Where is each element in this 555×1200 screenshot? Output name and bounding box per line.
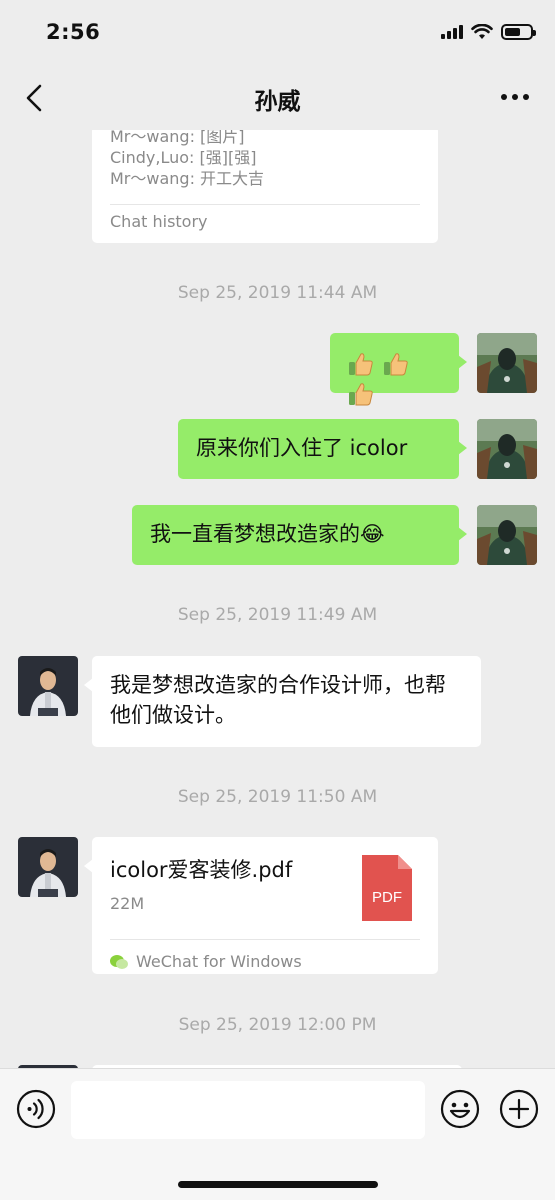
chat-history-card[interactable]: Mr～wang: [图片] Cindy,Luo: [强][强] Mr～wang:… (92, 130, 438, 243)
chat-title: 孙威 (254, 89, 301, 115)
input-bar (0, 1068, 555, 1200)
chat-history-label: Chat history (110, 212, 208, 231)
home-indicator[interactable] (178, 1181, 378, 1188)
chat-history-preview: Mr～wang: [图片] Cindy,Luo: [强][强] Mr～wang:… (110, 130, 264, 189)
add-more-icon[interactable] (499, 1089, 539, 1129)
thumbs-up-emoji-icon (346, 351, 409, 406)
my-avatar[interactable] (477, 419, 537, 479)
history-line: Mr～wang: 开工大吉 (110, 169, 265, 188)
sent-message-bubble[interactable]: 原来你们入住了 icolor (178, 419, 467, 479)
history-line: Cindy,Luo: [强][强] (110, 148, 257, 167)
my-avatar[interactable] (477, 505, 537, 565)
more-options-icon[interactable] (501, 94, 529, 100)
file-name: icolor爱客装修.pdf (110, 858, 293, 882)
battery-icon (501, 24, 536, 40)
history-line: Mr～wang: [图片] (110, 130, 245, 146)
message-input[interactable] (71, 1081, 425, 1139)
pdf-icon-label: PDF (372, 889, 402, 906)
status-bar: 2:56 (0, 0, 555, 66)
sent-message-bubble[interactable] (330, 333, 467, 406)
status-time: 2:56 (46, 20, 101, 44)
cellular-signal-icon (441, 25, 463, 39)
my-avatar[interactable] (477, 333, 537, 393)
emoji-picker-icon[interactable] (440, 1089, 480, 1129)
friend-avatar[interactable] (18, 656, 78, 716)
file-source-label: WeChat for Windows (136, 952, 302, 971)
divider (110, 939, 420, 940)
pdf-file-icon: PDF (362, 855, 412, 921)
divider (110, 204, 420, 205)
received-message-bubble[interactable]: 我是梦想改造家的合作设计师，也帮他们做设计。 (84, 656, 481, 747)
status-icons (441, 24, 536, 40)
file-source: WeChat for Windows (110, 947, 302, 977)
file-message-card[interactable]: icolor爱客装修.pdf 22M PDF WeChat for Window… (84, 837, 438, 977)
timestamp: Sep 25, 2019 11:49 AM (177, 605, 378, 625)
message-text: 原来你们入住了 icolor (196, 436, 408, 460)
sent-message-bubble[interactable]: 我一直看梦想改造家的😂 (132, 505, 467, 565)
message-text: 我一直看梦想改造家的😂 (150, 522, 385, 546)
file-size: 22M (110, 894, 145, 913)
message-text: 我是梦想改造家的合作设计师，也帮他们做设计。 (110, 673, 446, 727)
nav-bar: 孙威 (0, 66, 555, 130)
timestamp: Sep 25, 2019 11:44 AM (177, 283, 378, 303)
timestamp: Sep 25, 2019 11:50 AM (177, 787, 378, 807)
wifi-icon (471, 24, 493, 39)
wechat-logo-icon (110, 955, 128, 969)
timestamp: Sep 25, 2019 12:00 PM (178, 1015, 377, 1035)
voice-input-icon[interactable] (16, 1089, 56, 1129)
friend-avatar[interactable] (18, 837, 78, 897)
chat-message-list[interactable]: Mr～wang: [图片] Cindy,Luo: [强][强] Mr～wang:… (0, 130, 555, 1068)
